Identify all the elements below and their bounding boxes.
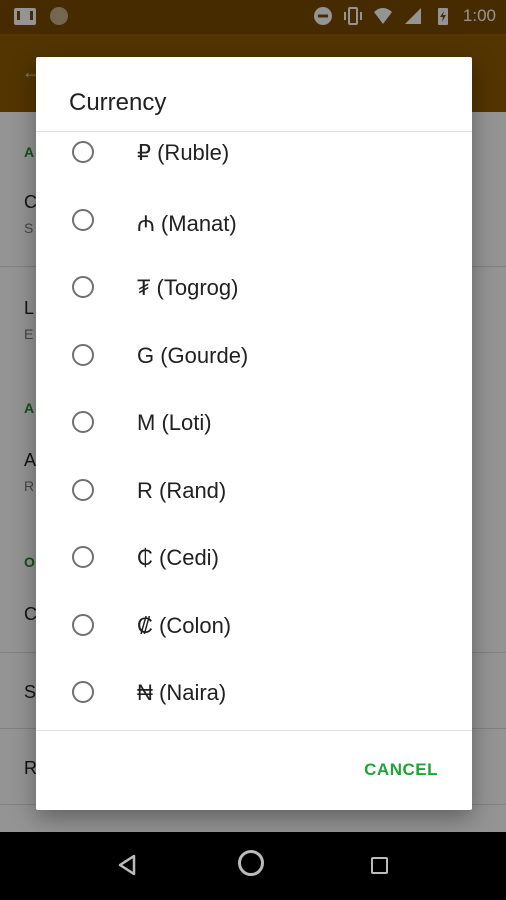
currency-option-label: ₽ (Ruble)	[137, 140, 230, 165]
cancel-button[interactable]: CANCEL	[364, 760, 438, 780]
radio-button[interactable]	[72, 208, 94, 231]
nav-back-icon[interactable]	[116, 853, 138, 877]
radio-button[interactable]	[72, 613, 94, 636]
currency-dialog: Currency ₽ (Ruble) ₼ (Manat) ₮ (Togrog) …	[36, 57, 472, 810]
nav-recents-icon[interactable]	[371, 857, 388, 874]
dialog-title: Currency	[69, 89, 167, 116]
currency-option[interactable]: ₵ (Cedi)	[36, 529, 472, 596]
currency-option[interactable]: G (Gourde)	[36, 327, 472, 394]
radio-button[interactable]	[72, 141, 94, 163]
divider	[36, 730, 472, 731]
currency-option-label: ₦ (Naira)	[137, 680, 227, 705]
radio-button[interactable]	[72, 478, 94, 501]
currency-option-label: G (Gourde)	[137, 342, 249, 368]
nav-home-icon[interactable]	[238, 850, 264, 876]
currency-option-list[interactable]: ₽ (Ruble) ₼ (Manat) ₮ (Togrog) G (Gourde…	[36, 132, 472, 730]
radio-button[interactable]	[72, 343, 94, 366]
currency-option[interactable]: ₼ (Manat)	[36, 192, 472, 259]
currency-option-label: M (Loti)	[137, 410, 212, 435]
currency-option-label: ₮ (Togrog)	[137, 275, 239, 300]
radio-button[interactable]	[72, 276, 94, 298]
radio-button[interactable]	[72, 681, 94, 703]
radio-button[interactable]	[72, 546, 94, 568]
currency-option[interactable]: ₡ (Colon)	[36, 597, 472, 664]
radio-button[interactable]	[72, 411, 94, 433]
currency-option-label: R (Rand)	[137, 477, 227, 503]
currency-option[interactable]: ₦ (Naira)	[36, 664, 472, 730]
currency-option-label: ₵ (Cedi)	[137, 545, 219, 570]
currency-option[interactable]: R (Rand)	[36, 462, 472, 529]
currency-option-label: ₡ (Colon)	[137, 612, 232, 638]
currency-option[interactable]: ₽ (Ruble)	[36, 132, 472, 191]
currency-option[interactable]: M (Loti)	[36, 394, 472, 461]
currency-option[interactable]: ₮ (Togrog)	[36, 259, 472, 326]
currency-option-label: ₼ (Manat)	[137, 210, 237, 236]
